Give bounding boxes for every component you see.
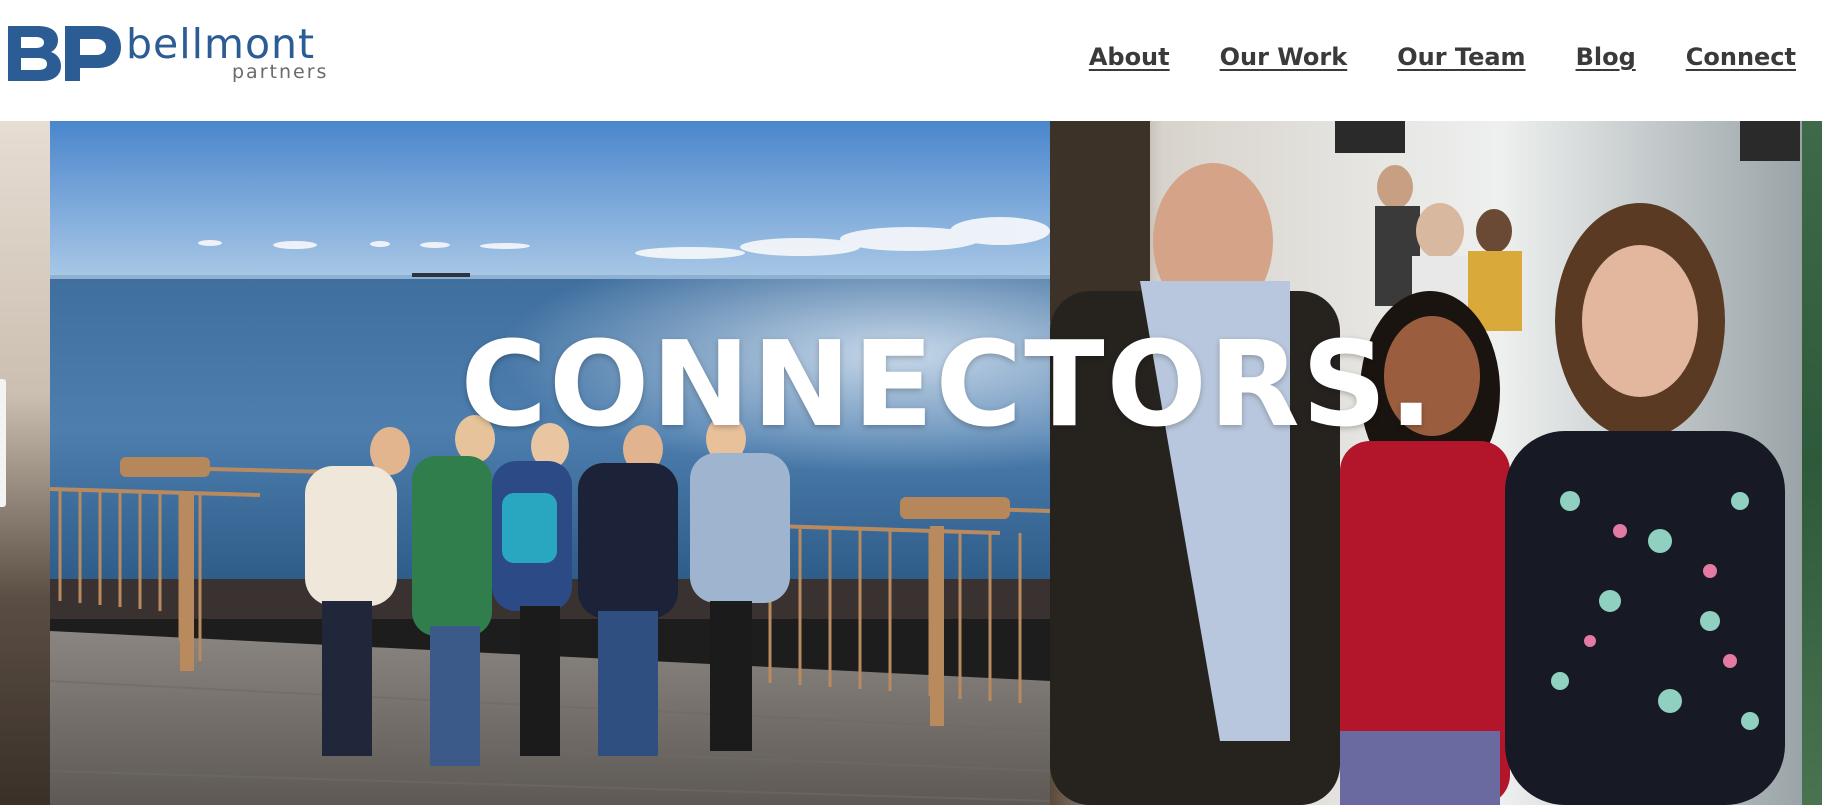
lake-photo — [50, 121, 1050, 805]
nav-connect[interactable]: Connect — [1686, 40, 1796, 74]
previous-slide-preview[interactable] — [0, 121, 50, 805]
page: bellmont partners About Our Work Our Tea… — [0, 0, 1822, 805]
hero-slider: CONNECTORS. — [0, 121, 1822, 805]
next-slide-preview[interactable] — [1802, 121, 1822, 805]
main-nav: About Our Work Our Team Blog Connect — [1089, 40, 1796, 74]
hero-headline-text: CONNECTORS. — [460, 315, 1436, 453]
brand-name: bellmont — [126, 20, 316, 68]
logo-mark-icon — [8, 26, 121, 81]
brand-logo[interactable]: bellmont partners — [8, 20, 328, 86]
nav-our-work[interactable]: Our Work — [1220, 40, 1348, 74]
nav-about[interactable]: About — [1089, 40, 1170, 74]
nav-blog[interactable]: Blog — [1576, 40, 1636, 74]
hero-slide-event — [1050, 121, 1802, 805]
brand-subtitle: partners — [232, 61, 329, 83]
hero-slide-lake — [50, 121, 1050, 805]
hero-headline: CONNECTORS. — [0, 319, 1822, 449]
nav-our-team[interactable]: Our Team — [1397, 40, 1525, 74]
site-header: bellmont partners About Our Work Our Tea… — [0, 0, 1822, 121]
event-photo — [1050, 121, 1802, 805]
